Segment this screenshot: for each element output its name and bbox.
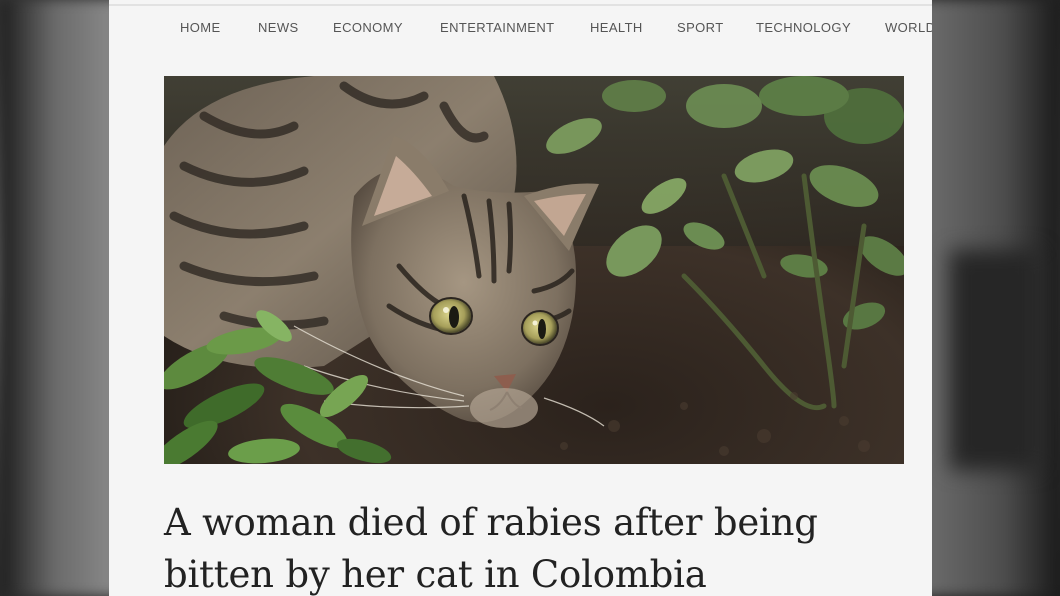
- nav-item-home[interactable]: HOME: [180, 20, 221, 35]
- nav-item-entertainment[interactable]: ENTERTAINMENT: [440, 20, 555, 35]
- cat-photo: [164, 76, 904, 464]
- blurred-background-left: [0, 0, 120, 596]
- blurred-background-right-shadow: [950, 250, 1040, 470]
- article-hero-image[interactable]: [164, 76, 904, 464]
- article-page: HOME NEWS ECONOMY ENTERTAINMENT HEALTH S…: [109, 0, 932, 596]
- main-navigation: HOME NEWS ECONOMY ENTERTAINMENT HEALTH S…: [109, 4, 932, 52]
- nav-item-health[interactable]: HEALTH: [590, 20, 643, 35]
- nav-item-technology[interactable]: TECHNOLOGY: [756, 20, 851, 35]
- nav-item-economy[interactable]: ECONOMY: [333, 20, 403, 35]
- nav-item-world[interactable]: WORLD: [885, 20, 932, 35]
- article-headline: A woman died of rabies after being bitte…: [164, 501, 818, 596]
- nav-item-news[interactable]: NEWS: [258, 20, 299, 35]
- nav-item-sport[interactable]: SPORT: [677, 20, 724, 35]
